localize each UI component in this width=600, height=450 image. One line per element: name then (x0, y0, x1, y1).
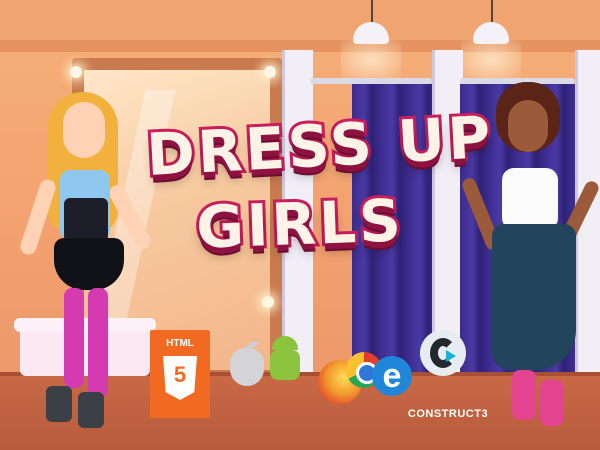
mirror-bulb (70, 66, 82, 78)
boot (46, 386, 72, 422)
bench-cushion (14, 318, 156, 332)
mirror-bulb (264, 66, 276, 78)
lamp-glow-left (341, 40, 401, 80)
lamp-glow-right (461, 40, 521, 80)
construct3-label: CONSTRUCT3 (407, 408, 489, 420)
ceiling (0, 0, 600, 40)
boot (512, 370, 536, 420)
boot (78, 392, 104, 428)
leg (64, 288, 84, 388)
lamp-cord-right (491, 0, 493, 22)
boot (540, 380, 564, 426)
internet-explorer-icon-letter: e (382, 357, 402, 395)
android-icon (270, 350, 300, 380)
bench (20, 326, 150, 376)
leg (88, 288, 108, 398)
construct3-icon-triangle (446, 350, 456, 362)
title-text: GIRLS (192, 183, 408, 264)
apple-icon (230, 348, 264, 386)
html5-label: HTML (166, 338, 194, 349)
game-banner: DRESS UP GIRLS HTML 5 e CONSTRUCT3 (0, 0, 600, 450)
html5-number: 5 (173, 362, 187, 387)
html5-icon: HTML 5 (150, 330, 210, 418)
mirror-bulb (262, 296, 274, 308)
lamp-cord-left (371, 0, 373, 22)
